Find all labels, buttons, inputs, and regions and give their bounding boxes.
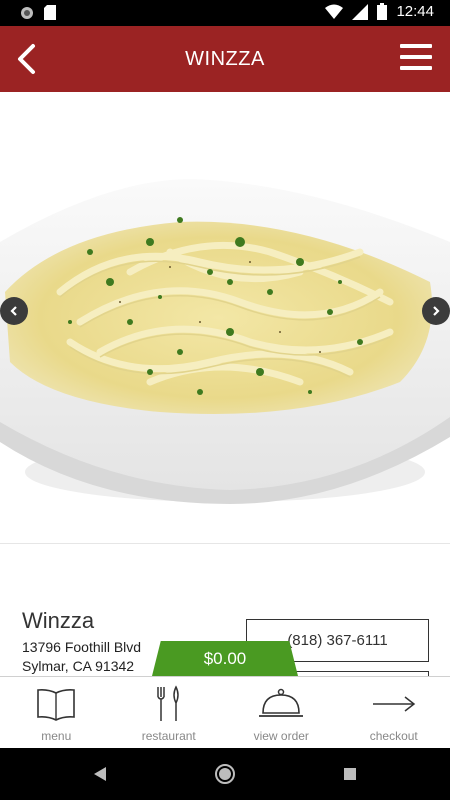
tab-checkout[interactable]: checkout xyxy=(338,677,450,748)
food-image-carousel[interactable] xyxy=(0,92,450,544)
page-title: WINZZA xyxy=(185,48,265,70)
chevron-left-icon xyxy=(18,44,35,74)
nav-back-button[interactable] xyxy=(88,762,112,786)
tab-view-order[interactable]: view order xyxy=(225,677,338,748)
order-total-badge[interactable]: $0.00 xyxy=(152,641,298,676)
chevron-left-icon xyxy=(10,306,17,316)
arrow-right-icon xyxy=(371,685,417,723)
fettuccine-alfredo-image xyxy=(0,179,450,504)
restaurant-name: Winzza xyxy=(22,608,95,633)
address-line-2: Sylmar, CA 91342 xyxy=(22,658,135,674)
cloche-icon xyxy=(258,685,304,723)
tab-label: view order xyxy=(253,729,309,743)
menu-bar xyxy=(400,44,432,48)
android-nav-bar xyxy=(0,748,450,800)
carousel-prev-button[interactable] xyxy=(0,297,28,325)
tab-label: menu xyxy=(41,729,72,743)
tab-restaurant[interactable]: restaurant xyxy=(113,677,226,748)
carousel-next-button[interactable] xyxy=(422,297,450,325)
clock: 12:44 xyxy=(396,3,434,20)
menu-bar xyxy=(400,55,432,59)
back-button[interactable] xyxy=(8,39,44,79)
restaurant-info: Winzza 13796 Foothill Blvd Sylmar, CA 91… xyxy=(22,608,141,676)
nav-home-button[interactable] xyxy=(213,762,237,786)
hamburger-menu-button[interactable] xyxy=(400,44,432,74)
signal-icon xyxy=(352,3,369,20)
app-header: WINZZA xyxy=(0,26,450,92)
nav-recents-button[interactable] xyxy=(338,762,362,786)
triangle-back-icon xyxy=(94,767,106,781)
menu-bar xyxy=(400,66,432,70)
tab-label: checkout xyxy=(369,729,418,743)
notification-dot-icon xyxy=(21,6,33,19)
fork-knife-icon xyxy=(146,685,192,723)
tab-label: restaurant xyxy=(141,729,196,743)
chevron-right-icon xyxy=(433,306,440,316)
tab-menu[interactable]: menu xyxy=(0,677,113,748)
wifi-icon xyxy=(325,4,344,19)
address-line-1: 13796 Foothill Blvd xyxy=(22,639,142,655)
battery-icon xyxy=(377,3,388,20)
status-bar: 12:44 xyxy=(0,0,450,26)
sd-card-icon xyxy=(44,5,56,20)
book-icon xyxy=(33,685,79,723)
bottom-tab-bar: menu restaurant view order checkout xyxy=(0,676,450,748)
square-recents-icon xyxy=(344,768,356,780)
circle-home-icon xyxy=(215,764,235,784)
